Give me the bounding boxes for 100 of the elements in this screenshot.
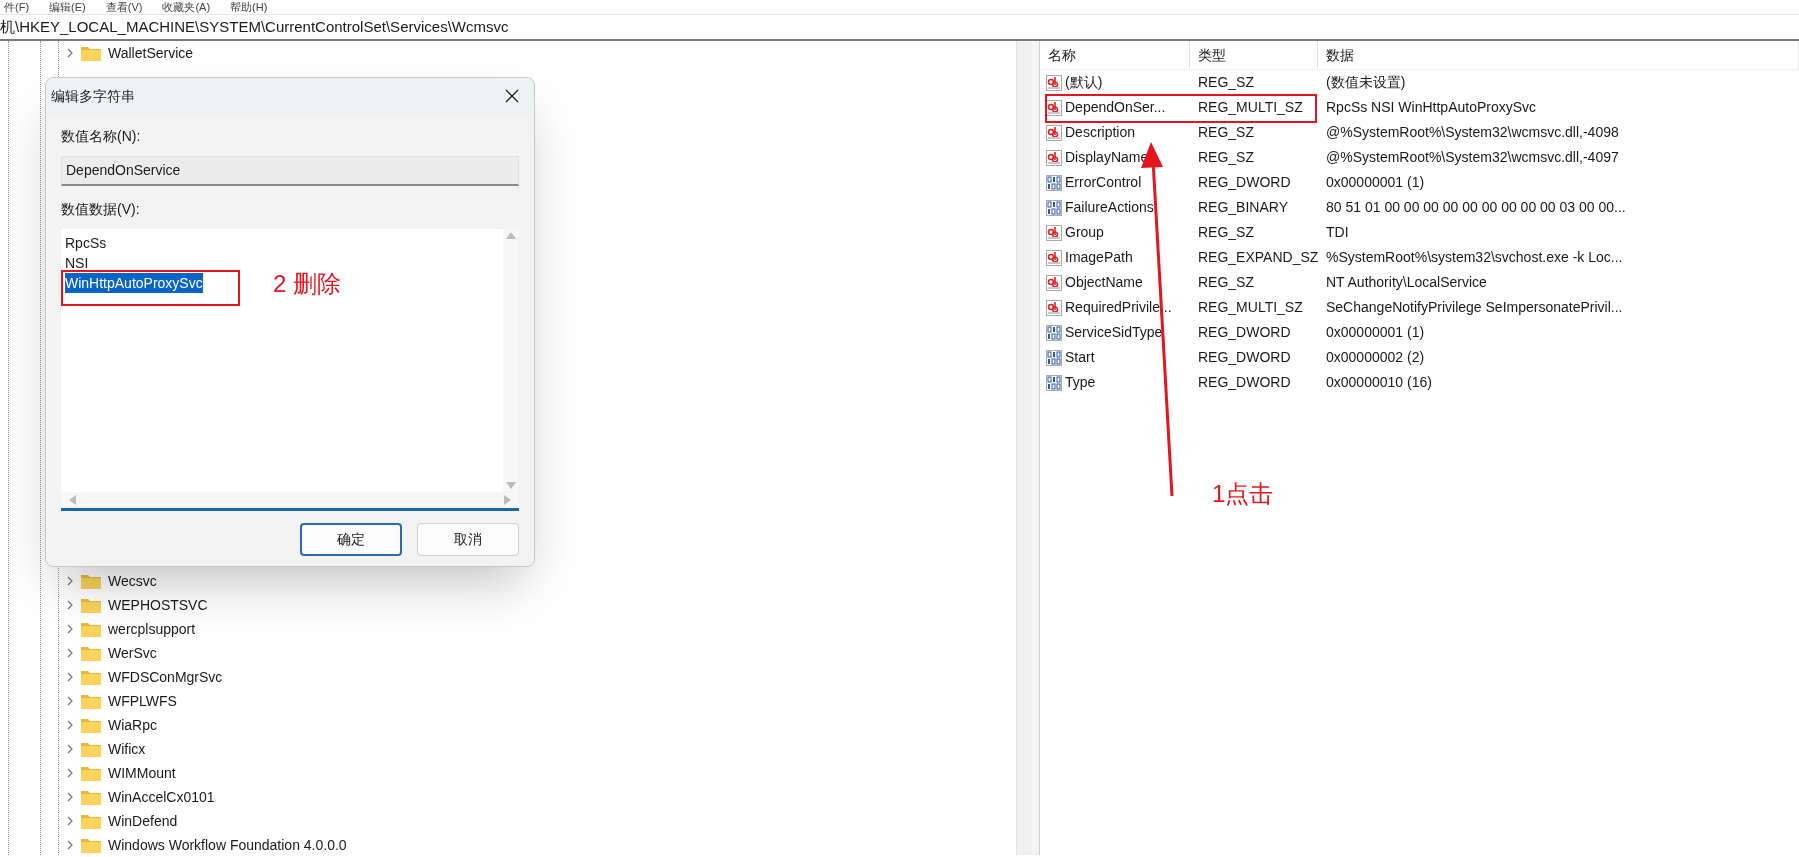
menu-item[interactable]: 帮助(H): [230, 0, 268, 16]
menu-item[interactable]: 编辑(E): [49, 0, 86, 16]
folder-icon: [80, 812, 102, 830]
value-row[interactable]: ObjectName REG_SZ NT Authority\LocalService: [1040, 270, 1799, 295]
address-field[interactable]: 机\HKEY_LOCAL_MACHINE\SYSTEM\CurrentControlSet\Services\Wcmsvc: [0, 15, 509, 39]
tree-item[interactable]: Wecsvc: [0, 569, 1016, 593]
value-name: DependOnSer...: [1065, 98, 1166, 117]
folder-icon: [80, 836, 102, 854]
column-header[interactable]: 名称: [1040, 41, 1190, 69]
value-type: REG_SZ: [1197, 273, 1255, 292]
scrollbar[interactable]: [1016, 41, 1032, 855]
chevron-icon[interactable]: [66, 744, 74, 754]
folder-icon: [80, 620, 102, 638]
tree-item[interactable]: WinDefend: [0, 809, 1016, 833]
folder-icon: [80, 668, 102, 686]
tree-item[interactable]: WerSvc: [0, 641, 1016, 665]
tree-item[interactable]: Wificx: [0, 737, 1016, 761]
value-data: SeChangeNotifyPrivilege SeImpersonatePrivil...: [1325, 298, 1624, 317]
value-data: RpcSs NSI WinHttpAutoProxySvc: [1325, 98, 1538, 117]
chevron-icon[interactable]: [66, 48, 74, 58]
text-line: RpcSs: [65, 234, 107, 253]
value-row[interactable]: FailureActions REG_BINARY 80 51 01 00 00 00 00 00 00 00 00 00 03 00 00...: [1040, 195, 1799, 220]
tree-item[interactable]: Windows Workflow Foundation 4.0.0.0: [0, 833, 1016, 855]
chevron-icon[interactable]: [66, 792, 74, 802]
value-row[interactable]: ImagePath REG_EXPAND_SZ %SystemRoot%\system32\svchost.exe -k Loc...: [1040, 245, 1799, 270]
value-type: REG_DWORD: [1197, 348, 1292, 367]
chevron-icon[interactable]: [66, 840, 74, 850]
string-value-icon: [1046, 249, 1062, 266]
tree-item[interactable]: WinAccelCx0101: [0, 785, 1016, 809]
string-value-icon: [1046, 299, 1062, 316]
value-name: FailureActions: [1065, 198, 1154, 217]
dialog-button[interactable]: 取消: [417, 523, 519, 556]
annotation-text: 2 删除: [273, 269, 341, 299]
tree-item[interactable]: wercplsupport: [0, 617, 1016, 641]
folder-icon: [80, 764, 102, 782]
binary-value-icon: [1046, 374, 1062, 391]
chevron-icon[interactable]: [66, 816, 74, 826]
value-data: @%SystemRoot%\System32\wcmsvc.dll,-4097: [1325, 148, 1620, 167]
folder-icon: [80, 716, 102, 734]
folder-icon: [80, 740, 102, 758]
tree-item[interactable]: WFPLWFS: [0, 689, 1016, 713]
value-row[interactable]: ErrorControl REG_DWORD 0x00000001 (1): [1040, 170, 1799, 195]
dialog-button[interactable]: 确定: [300, 523, 402, 556]
folder-icon: [80, 44, 102, 62]
folder-icon: [80, 644, 102, 662]
tree-item[interactable]: WEPHOSTSVC: [0, 593, 1016, 617]
value-row[interactable]: DependOnSer... REG_MULTI_SZ RpcSs NSI WinHttpAutoProxySvc: [1040, 95, 1799, 120]
value-data: (数值未设置): [1325, 73, 1407, 92]
value-row[interactable]: (默认) REG_SZ (数值未设置): [1040, 70, 1799, 95]
value-type: REG_SZ: [1197, 73, 1255, 92]
value-name-label: 数值名称(N):: [61, 127, 142, 146]
tree-item[interactable]: WIMMount: [0, 761, 1016, 785]
text-line: NSI: [65, 254, 89, 273]
value-data-label: 数值数据(V):: [61, 200, 141, 219]
tree-item[interactable]: WFDSConMgrSvc: [0, 665, 1016, 689]
value-type: REG_SZ: [1197, 123, 1255, 142]
value-type: REG_MULTI_SZ: [1197, 298, 1304, 317]
value-type: REG_MULTI_SZ: [1197, 98, 1304, 117]
column-header[interactable]: 数据: [1318, 41, 1799, 69]
value-name: Group: [1065, 223, 1104, 242]
value-name-field[interactable]: DependOnService: [61, 156, 519, 186]
menu-item[interactable]: 收藏夹(A): [162, 0, 211, 16]
folder-icon: [80, 572, 102, 590]
binary-value-icon: [1046, 349, 1062, 366]
chevron-icon[interactable]: [66, 576, 74, 586]
value-name: Description: [1065, 123, 1136, 142]
string-value-icon: [1046, 149, 1062, 166]
value-name: (默认): [1065, 73, 1103, 92]
chevron-icon[interactable]: [66, 720, 74, 730]
close-icon: [505, 89, 519, 103]
tree-item[interactable]: WalletService: [0, 41, 1016, 65]
value-name: Type: [1065, 373, 1096, 392]
value-name: ErrorControl: [1065, 173, 1142, 192]
value-type: REG_DWORD: [1197, 373, 1292, 392]
value-row[interactable]: Start REG_DWORD 0x00000002 (2): [1040, 345, 1799, 370]
value-row[interactable]: Type REG_DWORD 0x00000010 (16): [1040, 370, 1799, 395]
value-data: 0x00000001 (1): [1325, 323, 1426, 342]
menu-item[interactable]: 查看(V): [105, 0, 143, 16]
value-data: 0x00000010 (16): [1325, 373, 1433, 392]
chevron-icon[interactable]: [66, 696, 74, 706]
value-type: REG_DWORD: [1197, 323, 1292, 342]
value-data: 0x00000002 (2): [1325, 348, 1426, 367]
folder-icon: [80, 692, 102, 710]
column-header[interactable]: 类型: [1190, 41, 1318, 69]
value-data: 80 51 01 00 00 00 00 00 00 00 00 00 03 00 00...: [1325, 198, 1627, 217]
value-data: %SystemRoot%\system32\svchost.exe -k Loc...: [1325, 248, 1624, 267]
value-data: TDI: [1325, 223, 1350, 242]
menu-item[interactable]: 件(F): [4, 0, 30, 16]
string-value-icon: [1046, 224, 1062, 241]
chevron-icon[interactable]: [66, 672, 74, 682]
value-type: REG_DWORD: [1197, 173, 1292, 192]
value-row[interactable]: Description REG_SZ @%SystemRoot%\System32\wcmsvc.dll,-4098: [1040, 120, 1799, 145]
value-data: @%SystemRoot%\System32\wcmsvc.dll,-4098: [1325, 123, 1620, 142]
chevron-icon[interactable]: [66, 768, 74, 778]
value-row[interactable]: Group REG_SZ TDI: [1040, 220, 1799, 245]
chevron-icon[interactable]: [66, 624, 74, 634]
tree-item[interactable]: WiaRpc: [0, 713, 1016, 737]
chevron-icon[interactable]: [66, 600, 74, 610]
chevron-icon[interactable]: [66, 648, 74, 658]
value-name: ImagePath: [1065, 248, 1133, 267]
